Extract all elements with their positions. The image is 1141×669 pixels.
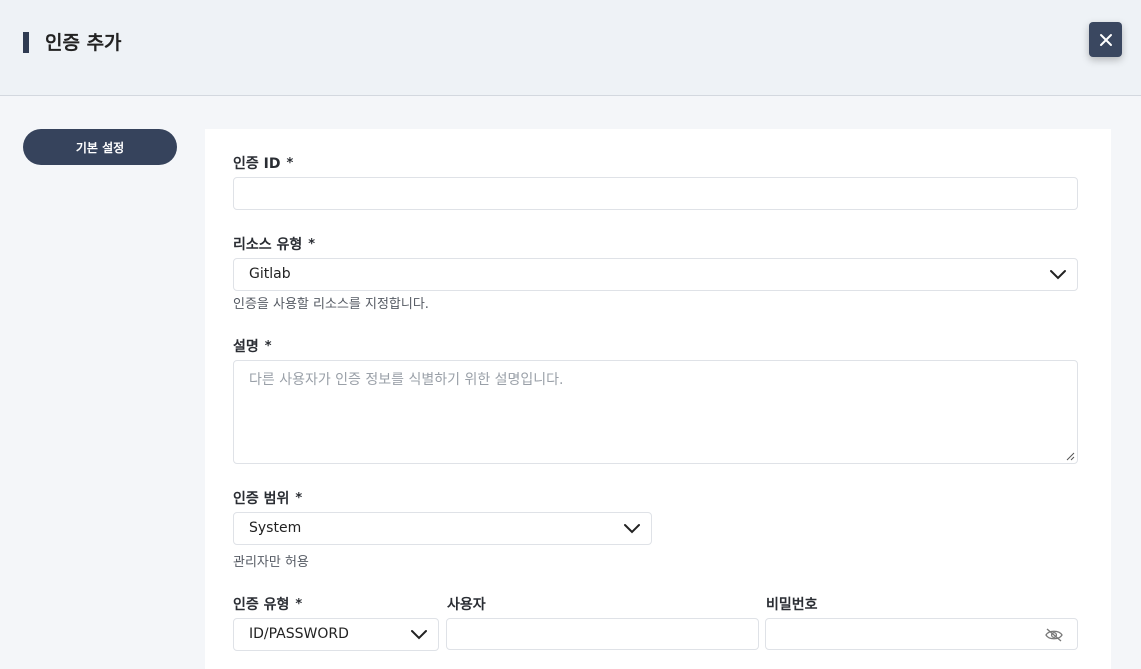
required-mark: *: [264, 339, 272, 354]
auth-type-label-text: 인증 유형: [233, 597, 290, 613]
description-label: 설명 *: [233, 336, 272, 356]
resource-type-label: 리소스 유형 *: [233, 234, 315, 254]
description-textarea[interactable]: 다른 사용자가 인증 정보를 식별하기 위한 설명입니다.: [233, 360, 1078, 464]
resource-type-label-text: 리소스 유형: [233, 237, 303, 253]
auth-type-value: ID/PASSWORD: [249, 626, 349, 642]
auth-type-label: 인증 유형 *: [233, 594, 302, 614]
sidebar-item-label: 기본 설정: [75, 140, 125, 155]
chevron-down-icon: [411, 630, 427, 640]
user-input[interactable]: [446, 618, 759, 650]
title-accent-bar: [23, 32, 29, 53]
required-mark: *: [308, 237, 316, 252]
required-mark: *: [295, 597, 303, 612]
required-mark: *: [295, 491, 303, 506]
chevron-down-icon: [624, 524, 640, 534]
auth-scope-help: 관리자만 허용: [233, 555, 309, 570]
password-label: 비밀번호: [766, 597, 818, 613]
auth-id-label: 인증 ID *: [233, 153, 293, 173]
dialog-header: 인증 추가: [0, 0, 1141, 96]
sidebar-item-basic-settings[interactable]: 기본 설정: [23, 129, 177, 165]
close-icon: [1099, 33, 1112, 46]
eye-slash-icon[interactable]: [1045, 628, 1063, 642]
dialog-title: 인증 추가: [45, 32, 122, 54]
resource-type-value: Gitlab: [249, 266, 291, 282]
auth-scope-select[interactable]: System: [233, 512, 652, 545]
user-label: 사용자: [447, 597, 486, 613]
resource-type-select[interactable]: Gitlab: [233, 258, 1078, 291]
auth-scope-label: 인증 범위 *: [233, 488, 302, 508]
description-placeholder: 다른 사용자가 인증 정보를 식별하기 위한 설명입니다.: [249, 372, 564, 388]
auth-scope-value: System: [249, 520, 302, 536]
auth-type-select[interactable]: ID/PASSWORD: [233, 618, 439, 651]
auth-id-input[interactable]: [233, 177, 1078, 210]
description-label-text: 설명: [233, 339, 259, 355]
close-button[interactable]: [1089, 22, 1122, 57]
auth-id-label-text: 인증 ID: [233, 156, 281, 172]
required-mark: *: [286, 156, 294, 171]
resource-type-help: 인증을 사용할 리소스를 지정합니다.: [233, 297, 429, 312]
auth-scope-label-text: 인증 범위: [233, 491, 290, 507]
resize-handle-icon[interactable]: [1066, 452, 1075, 461]
password-input[interactable]: [765, 618, 1078, 650]
chevron-down-icon: [1050, 270, 1066, 280]
